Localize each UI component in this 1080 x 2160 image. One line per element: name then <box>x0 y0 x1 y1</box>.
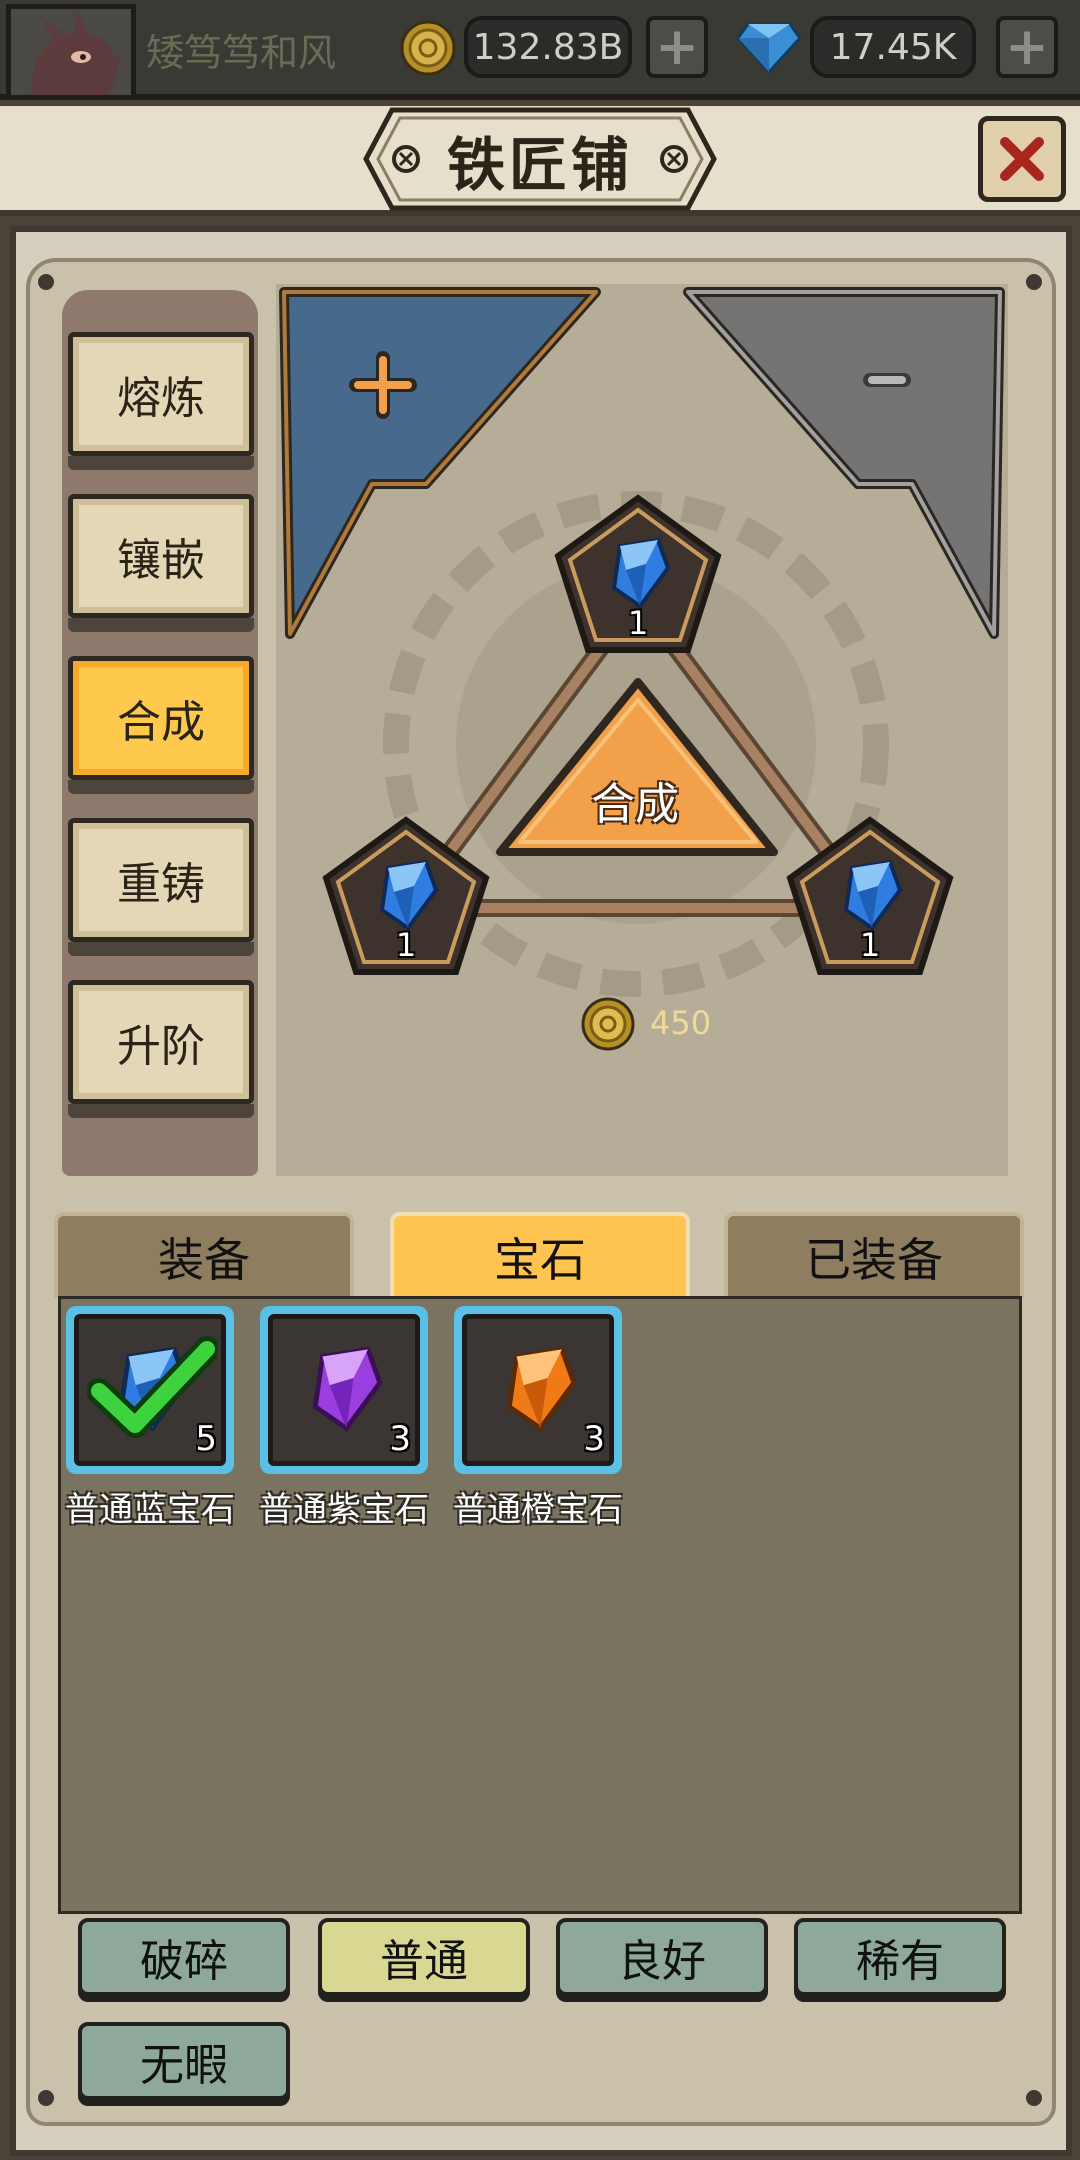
page-title: 铁匠铺 <box>446 131 633 199</box>
item-name: 普通橙宝石 <box>453 1490 623 1530</box>
material-slot-top[interactable]: 1 <box>554 494 722 654</box>
close-icon <box>1000 137 1044 181</box>
inventory-slot-orange-gem[interactable]: 3 <box>454 1306 622 1474</box>
gold-coin-icon <box>400 20 456 76</box>
tab-label: 熔炼 <box>117 373 205 424</box>
tab-smelt[interactable]: 熔炼 <box>68 332 254 470</box>
filter-flawless[interactable]: 无暇 <box>78 2022 290 2100</box>
filter-good[interactable]: 良好 <box>556 1918 768 1996</box>
inventory-slot-blue-gem[interactable]: 5 <box>66 1306 234 1474</box>
purple-gem-icon <box>312 1347 383 1432</box>
orange-gem-icon <box>506 1347 577 1432</box>
filter-broken[interactable]: 破碎 <box>78 1918 290 1996</box>
tab-label: 镶嵌 <box>117 535 205 586</box>
synthesize-button[interactable]: 合成 <box>560 768 710 832</box>
tab-label: 合成 <box>117 697 205 748</box>
item-count: 3 <box>583 1419 605 1459</box>
item-name: 普通紫宝石 <box>259 1490 429 1530</box>
blue-gem-icon <box>843 860 902 931</box>
tab-inlay[interactable]: 镶嵌 <box>68 494 254 632</box>
filter-normal[interactable]: 普通 <box>318 1918 530 1996</box>
close-button[interactable] <box>978 116 1066 202</box>
blue-gem-icon <box>379 860 438 931</box>
player-avatar[interactable] <box>6 4 136 100</box>
filter-rare[interactable]: 稀有 <box>794 1918 1006 1996</box>
remove-material-corner <box>683 287 1005 639</box>
item-count: 3 <box>389 1419 411 1459</box>
plus-icon <box>349 351 417 419</box>
add-gold-button[interactable]: + <box>646 16 708 78</box>
inventory-slot-purple-gem[interactable]: 3 <box>260 1306 428 1474</box>
tab-upgrade[interactable]: 升阶 <box>68 980 254 1118</box>
synthesis-cost: 450 <box>650 1004 712 1042</box>
item-name: 普通蓝宝石 <box>65 1490 235 1530</box>
material-slot-left[interactable]: 1 <box>322 816 490 976</box>
slot-count: 1 <box>859 926 881 964</box>
rivet <box>38 2090 54 2106</box>
gold-coin-icon <box>581 997 635 1051</box>
tab-equipment[interactable]: 装备 <box>54 1212 354 1298</box>
slot-count: 1 <box>395 926 417 964</box>
rivet <box>1026 2090 1042 2106</box>
tab-synthesize[interactable]: 合成 <box>68 656 254 794</box>
material-slot-right[interactable]: 1 <box>786 816 954 976</box>
tab-equipped[interactable]: 已装备 <box>724 1212 1024 1298</box>
item-count: 5 <box>195 1419 217 1459</box>
add-material-corner <box>279 287 601 639</box>
add-material-button[interactable] <box>348 350 418 420</box>
dragon-avatar-icon <box>31 11 123 95</box>
tab-label: 重铸 <box>117 859 205 910</box>
slot-count: 1 <box>627 604 649 642</box>
tab-recast[interactable]: 重铸 <box>68 818 254 956</box>
add-gem-button[interactable]: + <box>996 16 1058 78</box>
gem-amount: 17.45K <box>810 16 976 78</box>
blue-gem-icon <box>611 538 670 609</box>
rivet <box>38 274 54 290</box>
tab-gems[interactable]: 宝石 <box>390 1212 690 1298</box>
player-name: 矮笃笃和风 <box>146 31 337 75</box>
diamond-icon <box>736 22 802 74</box>
rivet <box>1026 274 1042 290</box>
remove-material-button[interactable] <box>862 360 912 400</box>
tab-label: 升阶 <box>117 1021 205 1072</box>
minus-icon <box>863 373 911 387</box>
gold-amount: 132.83B <box>464 16 632 78</box>
